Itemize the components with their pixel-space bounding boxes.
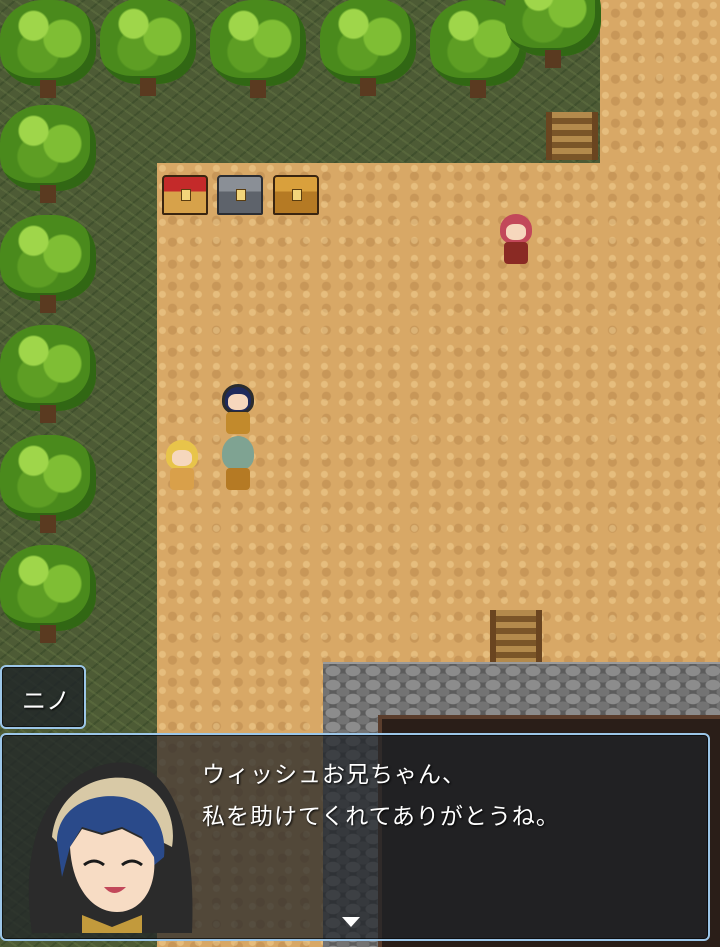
tree bbox=[100, 0, 196, 98]
tree bbox=[0, 0, 96, 100]
tree bbox=[0, 325, 96, 425]
speaker-portrait bbox=[12, 747, 198, 933]
tree bbox=[0, 105, 96, 205]
tree bbox=[210, 0, 306, 100]
dialogue-line-1: ウィッシュお兄ちゃん、 bbox=[202, 762, 466, 788]
pink-haired-girl-npc[interactable] bbox=[496, 214, 536, 266]
iron-treasure-chest[interactable] bbox=[217, 175, 263, 215]
tree bbox=[320, 0, 416, 98]
speaker-name-box: ニノ bbox=[0, 665, 86, 729]
tree bbox=[505, 0, 601, 70]
wooden-treasure-chest[interactable] bbox=[273, 175, 319, 215]
speaker-name: ニノ bbox=[22, 687, 70, 715]
hooded-girl-sprite[interactable] bbox=[218, 384, 258, 436]
down-triangle-icon[interactable] bbox=[342, 917, 360, 927]
tree bbox=[0, 545, 96, 645]
tree bbox=[0, 435, 96, 535]
wooden-fence bbox=[490, 610, 542, 662]
red-treasure-chest[interactable] bbox=[162, 175, 208, 215]
tree bbox=[0, 215, 96, 315]
wooden-fence bbox=[546, 112, 598, 160]
player-character-sprite[interactable] bbox=[218, 436, 258, 490]
message-window[interactable]: ウィッシュお兄ちゃん、 私を助けてくれてありがとうね。 bbox=[0, 733, 710, 941]
dialogue-line-2: 私を助けてくれてありがとうね。 bbox=[202, 804, 560, 830]
dirt-path-north bbox=[600, 0, 720, 170]
blonde-girl-sprite[interactable] bbox=[162, 440, 202, 492]
